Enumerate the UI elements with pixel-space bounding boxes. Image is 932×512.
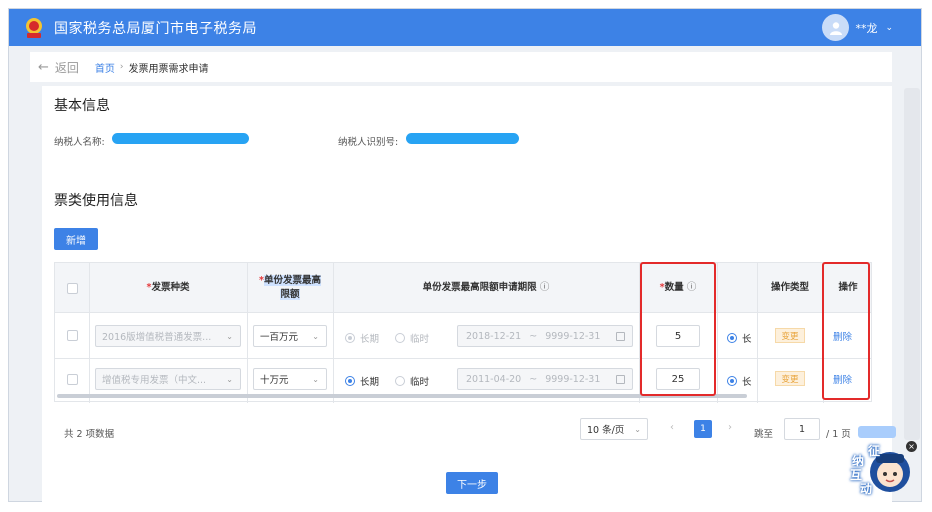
prev-page-button[interactable]: ‹	[670, 422, 674, 433]
chevron-down-icon: ⌄	[226, 374, 233, 384]
action-highlight	[822, 262, 870, 400]
op-type-tag: 变更	[775, 371, 805, 386]
info-icon: ⓘ	[539, 282, 550, 293]
total-pages: / 1 页	[826, 429, 851, 440]
user-icon	[829, 21, 842, 35]
ticket-usage-title: 票类使用信息	[54, 193, 138, 209]
max-amount-select[interactable]: 十万元 ⌄	[253, 368, 327, 390]
chevron-down-icon: ⌄	[312, 331, 319, 341]
breadcrumb-home-link[interactable]: 首页	[95, 60, 115, 75]
main-content: 基本信息 纳税人名称: 纳税人识别号: 票类使用信息 新增 * 发票种类 *单份发…	[42, 86, 892, 502]
row-checkbox[interactable]	[66, 330, 78, 341]
jump-label: 跳至	[754, 429, 774, 440]
taxpayer-id-label: 纳税人识别号:	[338, 137, 399, 148]
user-name[interactable]: **龙	[855, 20, 877, 36]
select-all-checkbox[interactable]	[66, 282, 78, 294]
extra-radio[interactable]: 长	[727, 374, 752, 388]
avatar[interactable]	[822, 14, 850, 41]
site-title: 国家税务总局厦门市电子税务局	[54, 20, 257, 37]
page-1-button[interactable]: 1	[694, 420, 712, 438]
radio-long-term[interactable]	[345, 376, 355, 386]
calendar-icon[interactable]	[616, 375, 625, 384]
op-type-tag: 变更	[775, 328, 805, 343]
national-emblem-icon	[22, 16, 46, 40]
taxpayer-name-redacted	[112, 133, 249, 144]
chevron-down-icon: ⌄	[634, 424, 641, 434]
add-button[interactable]: 新增	[54, 228, 98, 250]
chevron-down-icon: ⌄	[312, 374, 319, 384]
radio-temporary[interactable]	[395, 333, 406, 343]
period-radio-group[interactable]: 长期 临时	[345, 374, 445, 388]
user-menu[interactable]: **龙 ⌄	[822, 14, 893, 41]
col-period: 单份发票最高限额申请期限 ⓘ	[422, 282, 550, 293]
arrow-left-icon[interactable]: ←	[38, 60, 49, 75]
period-radio-group[interactable]: 长期 临时	[345, 331, 445, 345]
taxpayer-id-redacted	[406, 133, 519, 144]
assistant-widget[interactable]: 征 纳 互 动	[846, 444, 912, 496]
invoice-type-select[interactable]: 增值税专用发票（中文... ⌄	[95, 368, 241, 390]
page-scrollbar[interactable]	[904, 88, 920, 440]
extra-radio[interactable]: 长	[727, 331, 752, 345]
back-label[interactable]: 返回	[55, 59, 79, 76]
next-page-button[interactable]: ›	[728, 422, 732, 433]
assistant-label[interactable]: 征	[868, 442, 880, 459]
date-range-picker[interactable]: 2011-04-20 ~9999-12-31	[457, 368, 633, 390]
radio-long-term[interactable]	[345, 333, 355, 343]
date-range-picker[interactable]: 2018-12-21 ~9999-12-31	[457, 325, 633, 347]
total-count: 共 2 项数据	[64, 429, 115, 440]
assistant-bubble[interactable]	[858, 426, 896, 438]
next-step-button[interactable]: 下一步	[446, 472, 498, 494]
assistant-label[interactable]: 动	[860, 480, 872, 497]
jump-page-input[interactable]: 1	[784, 418, 820, 440]
back-button[interactable]: ← 返回	[38, 59, 79, 76]
breadcrumb: ← 返回 首页 › 发票用票需求申请	[30, 52, 892, 82]
invoice-type-select[interactable]: 2016版增值税普通发票... ⌄	[95, 325, 241, 347]
basic-info-title: 基本信息	[54, 98, 110, 114]
top-bar: 国家税务总局厦门市电子税务局 **龙 ⌄	[9, 9, 921, 46]
chevron-down-icon: ⌄	[226, 331, 233, 341]
quantity-highlight	[640, 262, 716, 396]
taxpayer-name-label: 纳税人名称:	[54, 137, 105, 148]
breadcrumb-separator: ›	[119, 62, 124, 72]
col-invoice-type: * 发票种类	[146, 282, 190, 293]
calendar-icon[interactable]	[616, 332, 625, 341]
chevron-down-icon[interactable]: ⌄	[885, 23, 893, 33]
ticket-table: * 发票种类 *单份发票最高 限额 单份发票最高限额申请期限 ⓘ * 数量 ⓘ 操作…	[54, 262, 872, 403]
breadcrumb-current: 发票用票需求申请	[128, 63, 209, 75]
col-op-type: 操作类型	[770, 282, 809, 293]
col-max-amount: *单份发票最高 限额	[259, 275, 321, 300]
max-amount-select[interactable]: 一百万元 ⌄	[253, 325, 327, 347]
page-size-select[interactable]: 10 条/页 ⌄	[580, 418, 648, 440]
row-checkbox[interactable]	[66, 373, 78, 385]
radio-temporary[interactable]	[395, 376, 406, 386]
